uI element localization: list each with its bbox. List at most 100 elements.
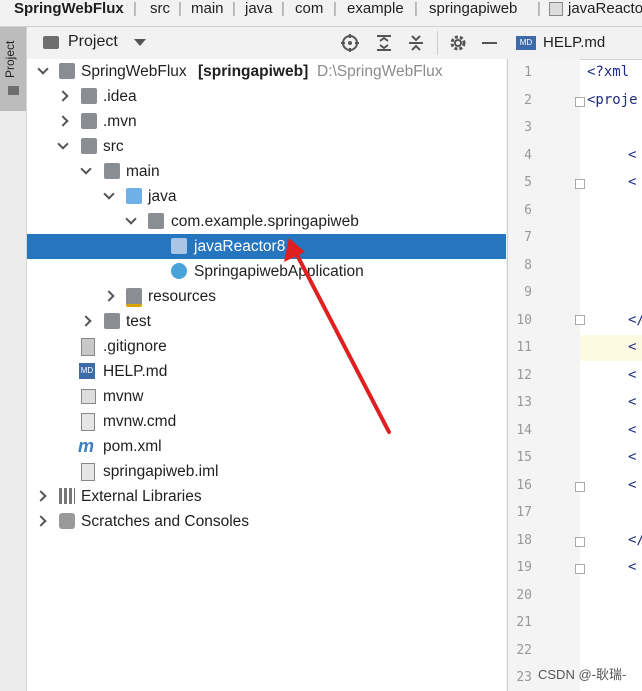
chevron-down-icon[interactable] <box>125 213 137 225</box>
line-number: 2 <box>524 93 532 108</box>
tree-item-scratches[interactable]: Scratches and Consoles <box>27 509 506 534</box>
line-number: 14 <box>516 423 532 438</box>
tree-item-src[interactable]: src <box>27 134 506 159</box>
line-number: 16 <box>516 478 532 493</box>
chevron-down-icon[interactable] <box>103 188 115 200</box>
tree-item-label: SpringapiwebApplication <box>194 263 364 280</box>
project-tool-label: Project <box>3 40 17 78</box>
shell-script-icon <box>81 389 96 404</box>
text-file-icon <box>81 413 95 431</box>
maven-icon: m <box>78 436 95 456</box>
breadcrumb-item-java[interactable]: java <box>245 0 273 18</box>
tree-item-label: .idea <box>103 88 137 105</box>
chevron-down-icon[interactable] <box>37 63 49 75</box>
tree-item-mvn[interactable]: .mvn <box>27 109 506 134</box>
breadcrumb-item-example[interactable]: example <box>347 0 404 18</box>
code-line: < <box>628 559 637 575</box>
chevron-right-icon[interactable] <box>57 115 69 127</box>
fold-marker-icon[interactable] <box>575 179 585 189</box>
tree-item-external-libraries[interactable]: External Libraries <box>27 484 506 509</box>
code-line: < <box>628 394 637 410</box>
tree-item-label: com.example.springapiweb <box>171 213 359 230</box>
tree-item-pom[interactable]: m pom.xml <box>27 434 506 459</box>
editor-tab-help[interactable]: HELP.md <box>543 34 605 51</box>
tree-item-label: External Libraries <box>81 488 202 505</box>
fold-marker-icon[interactable] <box>575 97 585 107</box>
line-number: 22 <box>516 643 532 658</box>
collapse-all-icon[interactable] <box>406 33 426 53</box>
fold-marker-icon[interactable] <box>575 482 585 492</box>
tree-item-application[interactable]: SpringapiwebApplication <box>27 259 506 284</box>
folder-icon <box>81 88 97 104</box>
breadcrumb-item-com[interactable]: com <box>295 0 323 18</box>
tree-item-idea[interactable]: .idea <box>27 84 506 109</box>
tree-item-mvnwcmd[interactable]: mvnw.cmd <box>27 409 506 434</box>
package-icon <box>171 238 187 254</box>
tree-item-mvnw[interactable]: mvnw <box>27 384 506 409</box>
line-number: 20 <box>516 588 532 603</box>
markdown-file-icon: MD <box>79 363 95 379</box>
line-number: 21 <box>516 615 532 630</box>
fold-marker-icon[interactable] <box>575 315 585 325</box>
watermark: CSDN @-耿瑞- <box>538 667 627 682</box>
code-line: < <box>628 147 637 163</box>
spring-class-icon <box>171 263 187 279</box>
tree-item-java[interactable]: java <box>27 184 506 209</box>
breadcrumb-item-src[interactable]: src <box>150 0 170 18</box>
folder-icon <box>8 86 19 95</box>
folder-icon <box>104 313 120 329</box>
tree-item-gitignore[interactable]: .gitignore <box>27 334 506 359</box>
tree-item-help[interactable]: MD HELP.md <box>27 359 506 384</box>
module-folder-icon <box>59 63 75 79</box>
chevron-right-icon[interactable] <box>103 290 115 302</box>
code-line: <proje <box>587 92 638 108</box>
code-line: <?xml <box>587 64 630 80</box>
line-number: 4 <box>524 148 532 163</box>
chevron-down-icon[interactable] <box>57 138 69 150</box>
chevron-right-icon[interactable] <box>35 490 47 502</box>
breadcrumb-separator: | <box>178 0 182 17</box>
tree-item-resources[interactable]: resources <box>27 284 506 309</box>
fold-marker-icon[interactable] <box>575 564 585 574</box>
chevron-right-icon[interactable] <box>57 90 69 102</box>
folder-icon <box>81 113 97 129</box>
tree-item-main[interactable]: main <box>27 159 506 184</box>
scratches-icon <box>59 513 75 529</box>
fold-marker-icon[interactable] <box>575 537 585 547</box>
tree-item-javareactor8[interactable]: javaReactor8 <box>27 234 506 259</box>
code-line: < <box>628 422 637 438</box>
code-line: </ <box>628 312 642 328</box>
chevron-right-icon[interactable] <box>80 315 92 327</box>
locate-icon[interactable] <box>340 33 360 53</box>
project-panel-title[interactable]: Project <box>68 33 118 51</box>
breadcrumb-item-springapiweb[interactable]: springapiweb <box>429 0 517 18</box>
chevron-down-icon[interactable] <box>80 163 92 175</box>
gitignore-file-icon <box>81 338 95 356</box>
tree-item-package[interactable]: com.example.springapiweb <box>27 209 506 234</box>
breadcrumb-separator: | <box>333 0 337 17</box>
line-number: 18 <box>516 533 532 548</box>
line-number: 13 <box>516 395 532 410</box>
breadcrumb-item-javareactor[interactable]: javaReacto <box>568 0 642 18</box>
expand-all-icon[interactable] <box>374 33 394 53</box>
minimize-icon[interactable] <box>482 42 497 44</box>
tree-item-label: java <box>148 188 177 205</box>
tree-item-iml[interactable]: springapiweb.iml <box>27 459 506 484</box>
tree-item-test[interactable]: test <box>27 309 506 334</box>
gear-icon[interactable] <box>448 33 468 53</box>
chevron-right-icon[interactable] <box>35 515 47 527</box>
line-number: 10 <box>516 313 532 328</box>
dropdown-icon[interactable] <box>134 39 146 46</box>
tree-item-label: HELP.md <box>103 363 168 380</box>
line-number: 23 <box>516 670 532 685</box>
breadcrumb-separator: | <box>133 0 137 17</box>
tree-item-root[interactable]: SpringWebFlux [springapiweb] D:\SpringWe… <box>27 59 506 84</box>
breadcrumb-item-project[interactable]: SpringWebFlux <box>14 0 124 18</box>
line-number: 6 <box>524 203 532 218</box>
tree-item-label: mvnw.cmd <box>103 413 177 430</box>
package-icon <box>148 213 164 229</box>
line-number: 1 <box>524 65 532 80</box>
breadcrumb-separator: | <box>414 0 418 17</box>
line-number: 11 <box>516 340 532 355</box>
breadcrumb-item-main[interactable]: main <box>191 0 224 18</box>
